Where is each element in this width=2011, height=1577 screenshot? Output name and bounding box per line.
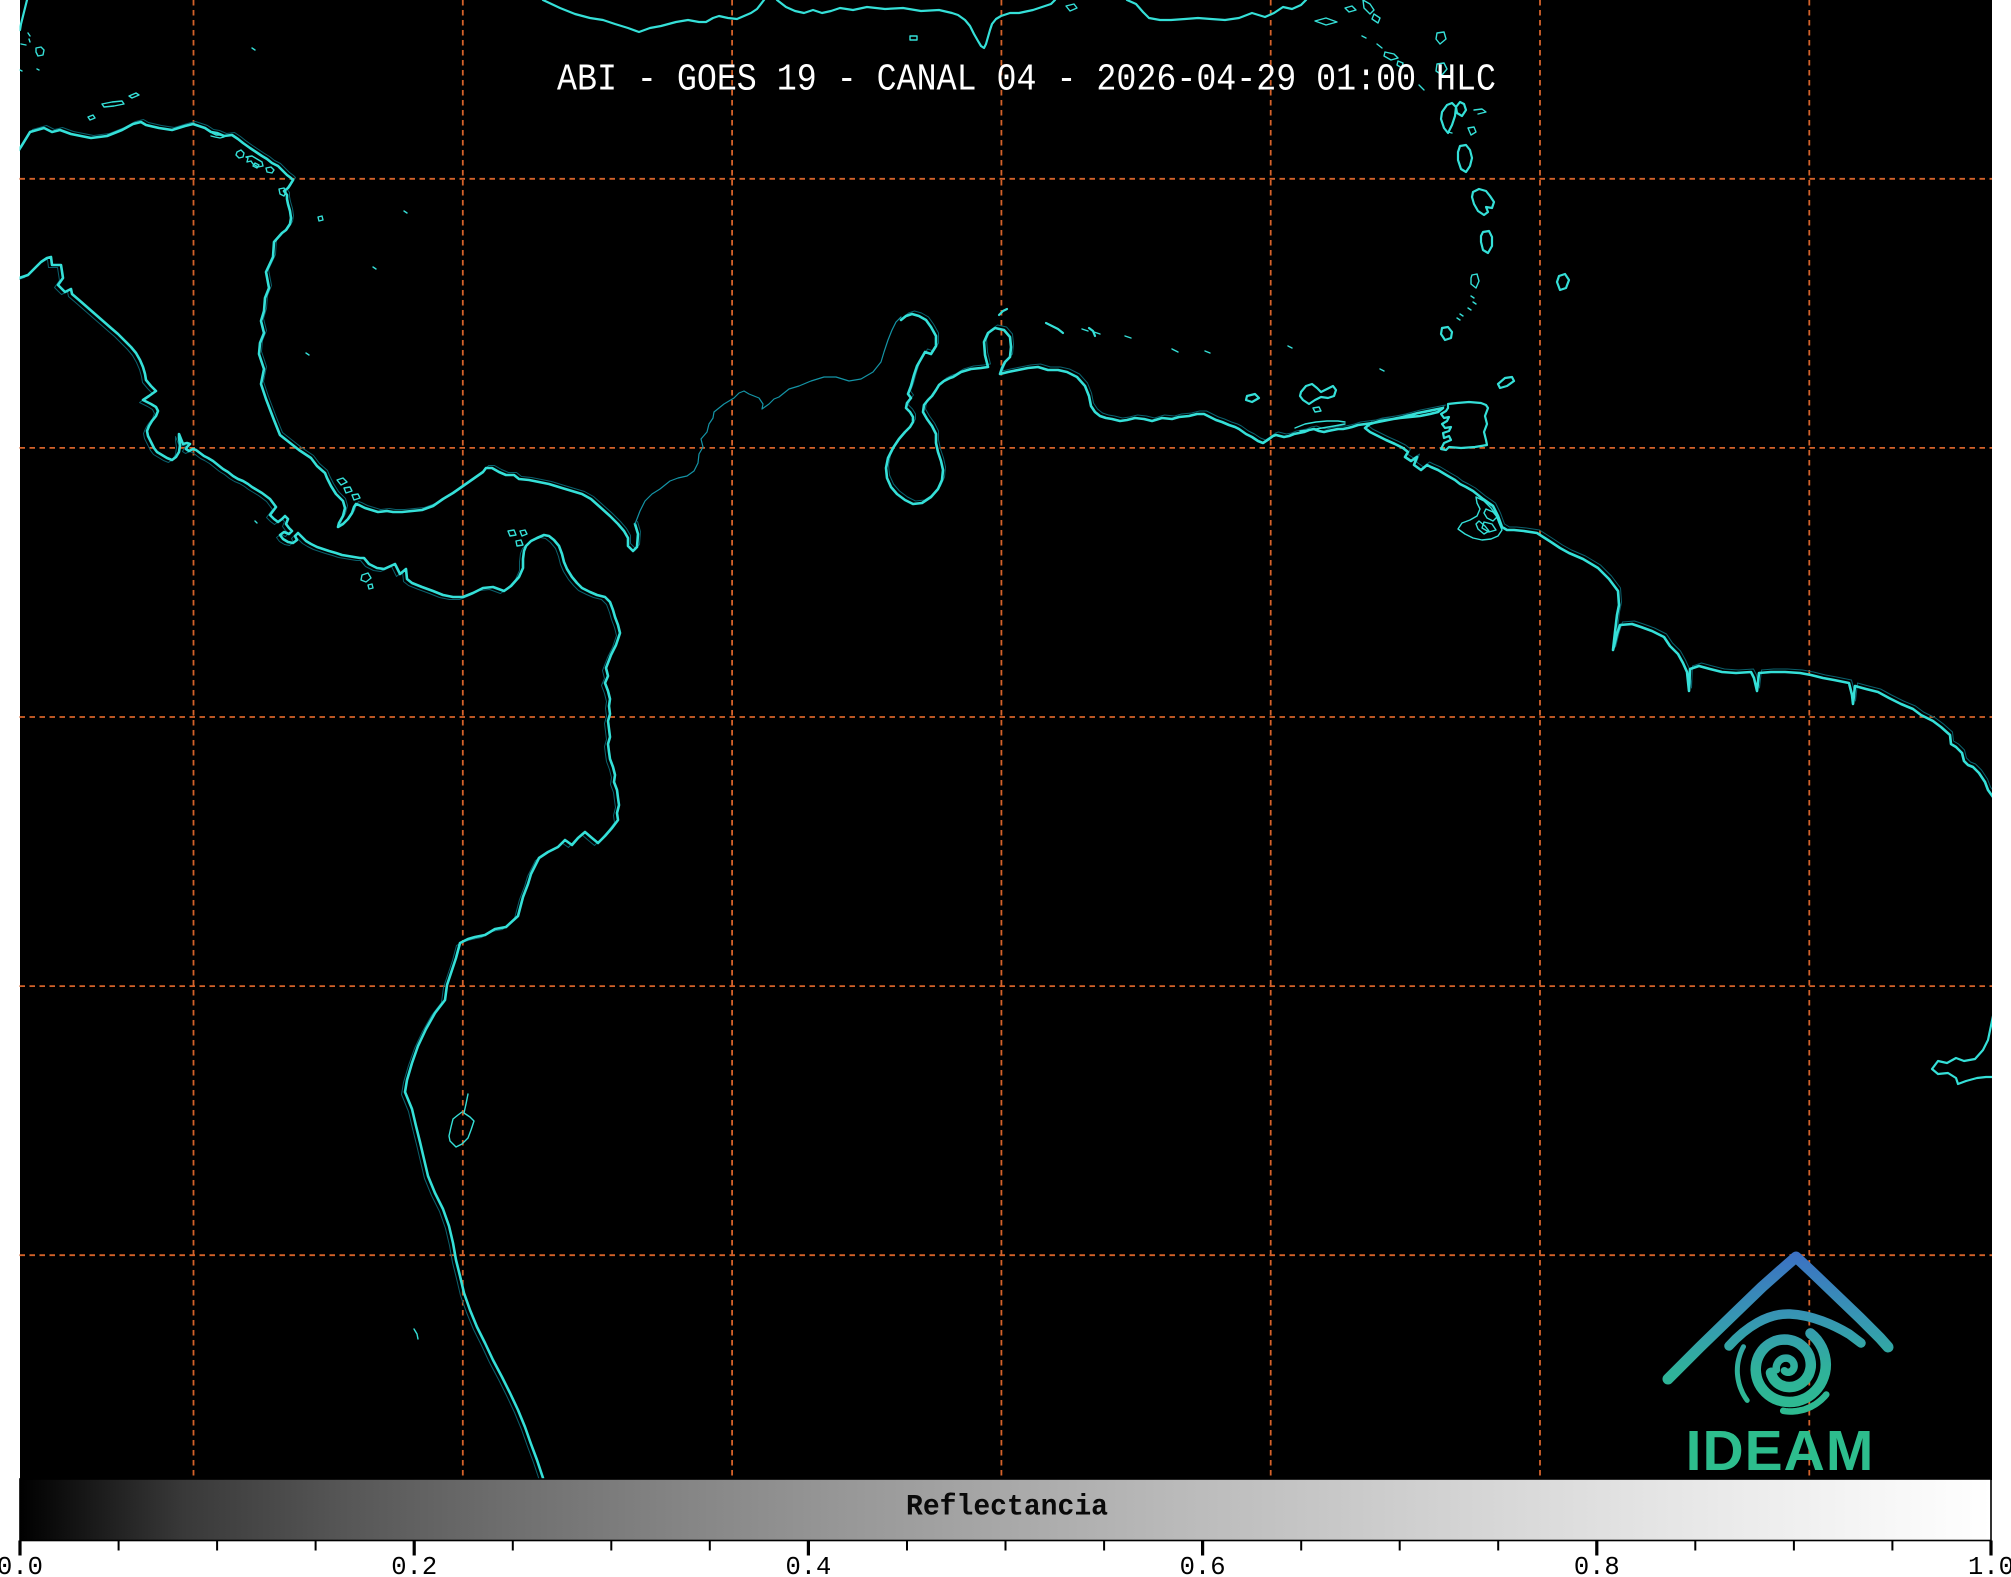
svg-text:0.8: 0.8 [1574,1553,1620,1577]
svg-text:0.0: 0.0 [0,1553,43,1577]
svg-text:0.4: 0.4 [785,1553,831,1577]
svg-text:Reflectancia: Reflectancia [906,1491,1108,1525]
svg-text:ABI - GOES 19 - CANAL 04 - 202: ABI - GOES 19 - CANAL 04 - 2026-04-29 01… [557,59,1496,102]
svg-text:1.0: 1.0 [1968,1553,2011,1577]
svg-text:0.2: 0.2 [391,1553,437,1577]
svg-text:IDEAM: IDEAM [1686,1419,1875,1483]
svg-text:0.6: 0.6 [1180,1553,1226,1577]
